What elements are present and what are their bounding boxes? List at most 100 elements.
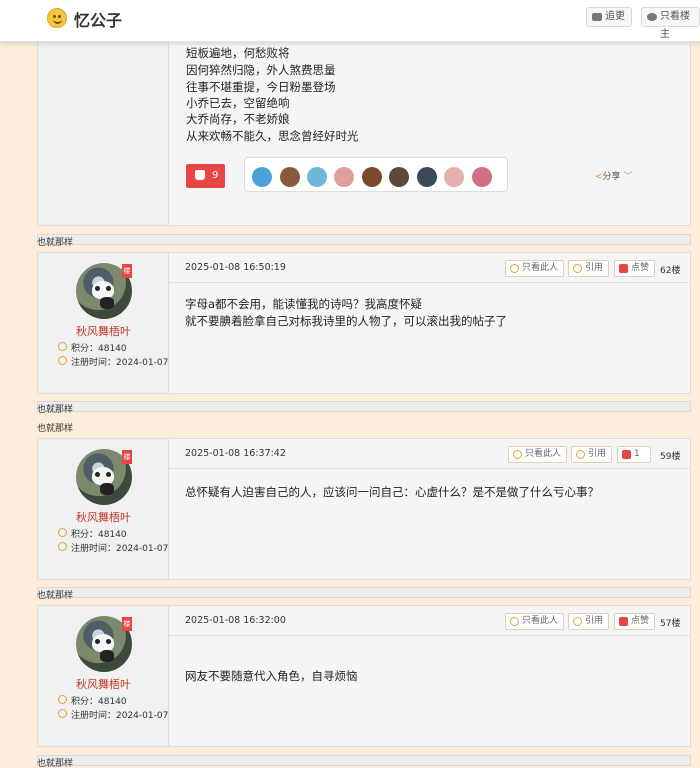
reg-date-label: 注册时间：2024-01-07 (71, 544, 169, 554)
like-button[interactable]: 点赞 (614, 260, 656, 277)
op-badge: 楼 (122, 617, 132, 631)
follow-label: 追更 (605, 11, 625, 22)
quote-button[interactable]: 引用 (568, 613, 610, 630)
only-this-user-button[interactable]: 只看此人 (505, 613, 565, 630)
signature-bar (37, 234, 691, 245)
post-text-line: 网友不要随意代入角色，自寻烦恼 (185, 669, 358, 683)
person-icon (510, 617, 519, 626)
only-op-button[interactable]: 只看楼主 (641, 7, 700, 40)
floor-number: 59楼 (660, 452, 681, 462)
post-text-line: 字母a都不会用，能读懂我的诗吗？我高度怀疑 (185, 297, 423, 311)
reg-date-label: 注册时间：2024-01-07 (71, 358, 169, 368)
only-this-label: 只看此人 (522, 263, 559, 273)
username[interactable]: 秋风舞梧叶 (38, 676, 169, 692)
poem-line: 短板遍地，何愁败将 (186, 46, 290, 60)
only-this-label: 只看此人 (525, 449, 562, 459)
poem-line: 小乔已去，空留绝响 (186, 96, 290, 110)
signature-text: 也就那样 (37, 424, 74, 434)
thumbs-up-icon (619, 264, 628, 273)
likers-panel (244, 157, 508, 192)
like-label: 点赞 (631, 263, 650, 273)
liker-avatar[interactable] (389, 167, 409, 187)
divider (169, 635, 691, 636)
only-this-label: 只看此人 (522, 616, 559, 626)
share-icon: < (595, 172, 603, 182)
liker-avatar[interactable] (444, 167, 464, 187)
thumbs-up-icon (622, 450, 631, 459)
like-count: 9 (212, 170, 219, 181)
points-label: 积分：48140 (71, 697, 127, 707)
post-text-line: 就不要腆着脸拿自己对标我诗里的人物了，可以滚出我的帖子了 (185, 314, 507, 328)
quote-button[interactable]: 引用 (571, 446, 613, 463)
like-button[interactable]: 1 (617, 446, 651, 463)
post-text-line: 总怀疑有人迫害自己的人，应该问一问自己：心虚什么？是不是做了什么亏心事？ (185, 485, 599, 499)
signature-bar (37, 755, 691, 766)
like-label: 点赞 (631, 616, 650, 626)
clock-icon (58, 356, 67, 365)
post-partial (37, 40, 691, 226)
liker-avatar[interactable] (334, 167, 354, 187)
divider (169, 468, 691, 469)
poem-line: 因何猝然归隐，外人煞费思量 (186, 63, 336, 77)
like-count: 1 (634, 449, 640, 459)
quote-icon (576, 450, 585, 459)
floor-number: 62楼 (660, 266, 681, 276)
site-logo-text[interactable]: 忆公子 (74, 7, 122, 31)
like-button[interactable]: 点赞 (614, 613, 656, 630)
username[interactable]: 秋风舞梧叶 (38, 323, 169, 339)
signature-bar (37, 587, 691, 598)
floor-number: 57楼 (660, 619, 681, 629)
points-text: 积分：48140 (58, 527, 127, 540)
person-icon (647, 13, 657, 21)
liker-avatar[interactable] (362, 167, 382, 187)
liker-avatar[interactable] (307, 167, 327, 187)
liker-avatar[interactable] (252, 167, 272, 187)
reg-date-text: 注册时间：2024-01-07 (58, 355, 169, 368)
reg-date-text: 注册时间：2024-01-07 (58, 541, 169, 554)
follow-icon (592, 13, 602, 21)
only-op-label: 只看楼主 (660, 11, 690, 40)
liker-avatar[interactable] (417, 167, 437, 187)
quote-icon (573, 617, 582, 626)
points-label: 积分：48140 (71, 530, 127, 540)
thumbs-up-icon (619, 617, 628, 626)
like-button[interactable]: 9 (186, 164, 225, 188)
coins-icon (58, 695, 67, 704)
op-badge: 楼 (122, 264, 132, 278)
username[interactable]: 秋风舞梧叶 (38, 509, 169, 525)
signature-bar (37, 401, 691, 412)
post-time: 2025-01-08 16:37:42 (185, 448, 286, 459)
clock-icon (58, 709, 67, 718)
follow-button[interactable]: 追更 (586, 7, 632, 27)
post-user-side (38, 41, 169, 225)
quote-label: 引用 (585, 616, 604, 626)
liker-avatar[interactable] (472, 167, 492, 187)
clock-icon (58, 542, 67, 551)
post-time: 2025-01-08 16:50:19 (185, 262, 286, 273)
only-this-user-button[interactable]: 只看此人 (505, 260, 565, 277)
points-text: 积分：48140 (58, 694, 127, 707)
signature-text: 也就那样 (37, 238, 74, 248)
person-icon (513, 450, 522, 459)
thumbs-up-icon (195, 170, 205, 180)
coins-icon (58, 342, 67, 351)
quote-label: 引用 (588, 449, 607, 459)
reg-date-text: 注册时间：2024-01-07 (58, 708, 168, 721)
only-this-user-button[interactable]: 只看此人 (508, 446, 568, 463)
share-label: 分享 (602, 172, 621, 182)
quote-button[interactable]: 引用 (568, 260, 610, 277)
signature-text: 也就那样 (37, 591, 74, 601)
top-header: 忆公子 追更 只看楼主 (0, 0, 700, 42)
signature-text: 也就那样 (37, 405, 74, 415)
post-time: 2025-01-08 16:32:00 (185, 615, 286, 626)
liker-avatar[interactable] (280, 167, 300, 187)
quote-label: 引用 (585, 263, 604, 273)
op-badge: 楼 (122, 450, 132, 464)
person-icon (510, 264, 519, 273)
divider (169, 282, 691, 283)
share-button[interactable]: <分享 ﹀ (595, 169, 632, 182)
points-text: 积分：48140 (58, 341, 127, 354)
smiley-logo-icon (47, 8, 67, 28)
signature-text: 也就那样 (37, 759, 74, 768)
coins-icon (58, 528, 67, 537)
